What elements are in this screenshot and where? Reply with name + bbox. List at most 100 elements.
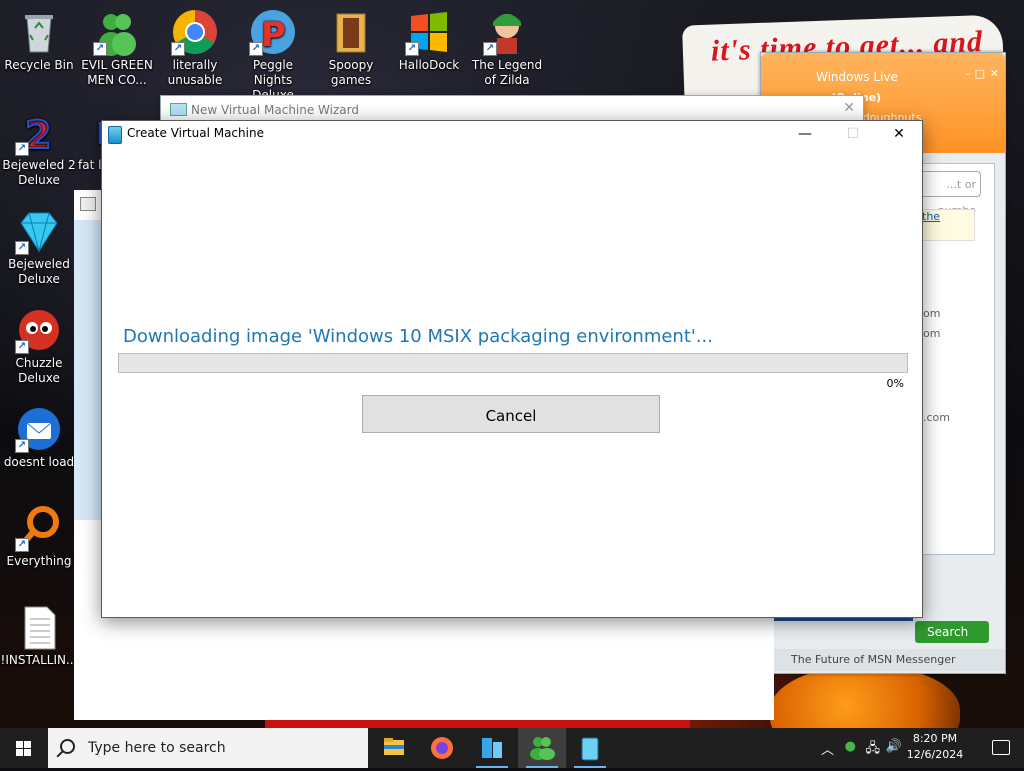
icon-label: doesnt load bbox=[3, 455, 75, 469]
minimize-icon[interactable]: – bbox=[966, 67, 972, 80]
notifications-icon[interactable] bbox=[992, 740, 1010, 755]
desktop-icon-everything[interactable]: ↗ Everything bbox=[0, 504, 78, 569]
taskbar-search-box[interactable]: Type here to search bbox=[48, 728, 368, 768]
msn-footer: The Future of MSN Messenger bbox=[761, 649, 1005, 671]
icon-label: HalloDock bbox=[398, 58, 460, 72]
thunderbird-icon: ↗ bbox=[15, 405, 63, 453]
icon-label: Bejeweled 2 Deluxe bbox=[2, 158, 76, 187]
taskbar-firefox[interactable] bbox=[418, 728, 466, 768]
windows-start-icon-part bbox=[24, 749, 31, 756]
taskbar-virtual-machine[interactable] bbox=[566, 728, 614, 768]
minimize-button[interactable]: — bbox=[782, 121, 828, 147]
shortcut-arrow-icon: ↗ bbox=[15, 439, 29, 453]
desktop-icon-spoopy-games[interactable]: Spoopy games bbox=[312, 8, 390, 88]
zilda-icon: ↗ bbox=[483, 8, 531, 56]
clock-time: 8:20 PM bbox=[912, 732, 958, 745]
icon-label: !INSTALLIN... bbox=[0, 653, 78, 667]
chuzzle-icon: ↗ bbox=[15, 306, 63, 354]
create-vm-dialog[interactable]: Create Virtual Machine — ☐ ✕ Downloading… bbox=[101, 120, 923, 618]
download-status-text: Downloading image 'Windows 10 MSIX packa… bbox=[123, 326, 714, 347]
progress-percent: 0% bbox=[886, 377, 904, 390]
taskbar-msn-messenger[interactable] bbox=[518, 728, 566, 768]
desktop-icon-recycle-bin[interactable]: Recycle Bin bbox=[0, 8, 78, 73]
msn-list-item: om bbox=[923, 307, 941, 320]
desktop-icon-hallodock[interactable]: ↗ HalloDock bbox=[390, 8, 468, 73]
close-icon[interactable]: ✕ bbox=[990, 67, 999, 80]
recycle-bin-icon bbox=[15, 8, 63, 56]
chrome-icon: ↗ bbox=[171, 8, 219, 56]
maximize-button: ☐ bbox=[846, 126, 860, 142]
icon-label: Spoopy games bbox=[328, 58, 374, 87]
desktop-icon-peggle-nights[interactable]: P ↗ Peggle Nights Deluxe bbox=[234, 8, 312, 103]
diamond-icon: ↗ bbox=[15, 207, 63, 255]
desktop-icon-evil-green-men[interactable]: ↗ EVIL GREEN MEN CO... bbox=[78, 8, 156, 88]
cancel-button[interactable]: Cancel bbox=[362, 395, 660, 433]
icon-label: Recycle Bin bbox=[4, 58, 74, 72]
clock-date: 12/6/2024 bbox=[906, 748, 964, 761]
taskbar: Type here to search ︿ ● 🖧 🔊 8:20 PM 12/6… bbox=[0, 728, 1024, 768]
search-icon bbox=[60, 739, 75, 754]
download-progress-bar bbox=[118, 353, 908, 373]
green-men-icon: ↗ bbox=[93, 8, 141, 56]
shortcut-arrow-icon: ↗ bbox=[15, 538, 29, 552]
windows-start-icon bbox=[16, 741, 23, 748]
vm-app-icon bbox=[108, 126, 122, 144]
close-icon[interactable]: ✕ bbox=[843, 100, 855, 116]
icon-label: literally unusable bbox=[167, 58, 223, 87]
wallpaper-pumpkin bbox=[770, 665, 960, 728]
folder-icon bbox=[327, 8, 375, 56]
text-file-icon bbox=[15, 603, 63, 651]
firefox-icon bbox=[431, 737, 453, 759]
close-button[interactable]: ✕ bbox=[876, 121, 922, 147]
desktop-icon-bejeweled-2[interactable]: 2 ↗ Bejeweled 2 Deluxe bbox=[0, 108, 78, 188]
icon-label: Bejeweled Deluxe bbox=[8, 257, 70, 286]
msn-tray-icon[interactable]: ● bbox=[845, 739, 856, 754]
shortcut-arrow-icon: ↗ bbox=[15, 340, 29, 354]
shortcut-arrow-icon: ↗ bbox=[15, 142, 29, 156]
svg-text:P: P bbox=[261, 15, 286, 55]
desktop-icon-installing[interactable]: !INSTALLIN... bbox=[0, 603, 78, 668]
windows-logo-icon: ↗ bbox=[405, 8, 453, 56]
shortcut-arrow-icon: ↗ bbox=[249, 42, 263, 56]
icon-label: Everything bbox=[6, 554, 72, 568]
msn-list-item: om bbox=[923, 327, 941, 340]
windows-start-icon-part bbox=[16, 749, 23, 756]
msn-title: Windows Live bbox=[816, 70, 898, 84]
msn-link[interactable]: the bbox=[921, 209, 975, 241]
taskbar-file-explorer[interactable] bbox=[370, 728, 418, 768]
virtual-machine-icon bbox=[581, 737, 599, 761]
taskbar-clock[interactable]: 8:20 PM 12/6/2024 bbox=[904, 731, 966, 763]
volume-icon[interactable]: 🔊 bbox=[886, 739, 902, 754]
icon-label: The Legend of Zilda bbox=[471, 58, 543, 87]
windows-start-icon-part bbox=[24, 741, 31, 748]
network-icon[interactable]: 🖧 bbox=[866, 739, 881, 761]
dialog-title: Create Virtual Machine bbox=[127, 126, 264, 140]
wizard-title: New Virtual Machine Wizard bbox=[191, 103, 359, 117]
desktop-icon-chuzzle[interactable]: ↗ Chuzzle Deluxe bbox=[0, 306, 78, 386]
chevron-up-icon[interactable]: ︿ bbox=[821, 739, 834, 758]
start-button[interactable] bbox=[0, 728, 48, 768]
hyperv-manager-icon bbox=[482, 738, 502, 758]
icon-label: EVIL GREEN MEN CO... bbox=[81, 58, 153, 87]
msn-search-button[interactable]: Search bbox=[915, 621, 989, 643]
maximize-icon[interactable]: □ bbox=[975, 67, 985, 80]
shortcut-arrow-icon: ↗ bbox=[483, 42, 497, 56]
desktop-icon-literally-unusable[interactable]: ↗ literally unusable bbox=[156, 8, 234, 88]
taskbar-hyperv-manager[interactable] bbox=[468, 728, 516, 768]
icon-label: Chuzzle Deluxe bbox=[15, 356, 63, 385]
bejeweled2-icon: 2 ↗ bbox=[15, 108, 63, 158]
desktop-icon-legend-of-zilda[interactable]: ↗ The Legend of Zilda bbox=[468, 8, 546, 88]
everything-search-icon: ↗ bbox=[15, 504, 63, 552]
shortcut-arrow-icon: ↗ bbox=[93, 42, 107, 56]
wizard-small-icon bbox=[80, 197, 96, 211]
shortcut-arrow-icon: ↗ bbox=[171, 42, 185, 56]
msn-list-item: .com bbox=[923, 411, 950, 424]
msn-messenger-icon bbox=[530, 737, 555, 760]
shortcut-arrow-icon: ↗ bbox=[405, 42, 419, 56]
search-placeholder: Type here to search bbox=[88, 740, 226, 756]
peggle-icon: P ↗ bbox=[249, 8, 297, 56]
shortcut-arrow-icon: ↗ bbox=[15, 241, 29, 255]
desktop-icon-bejeweled[interactable]: ↗ Bejeweled Deluxe bbox=[0, 207, 78, 287]
desktop-icon-doesnt-load[interactable]: ↗ doesnt load bbox=[0, 405, 78, 470]
file-explorer-icon bbox=[384, 738, 404, 755]
